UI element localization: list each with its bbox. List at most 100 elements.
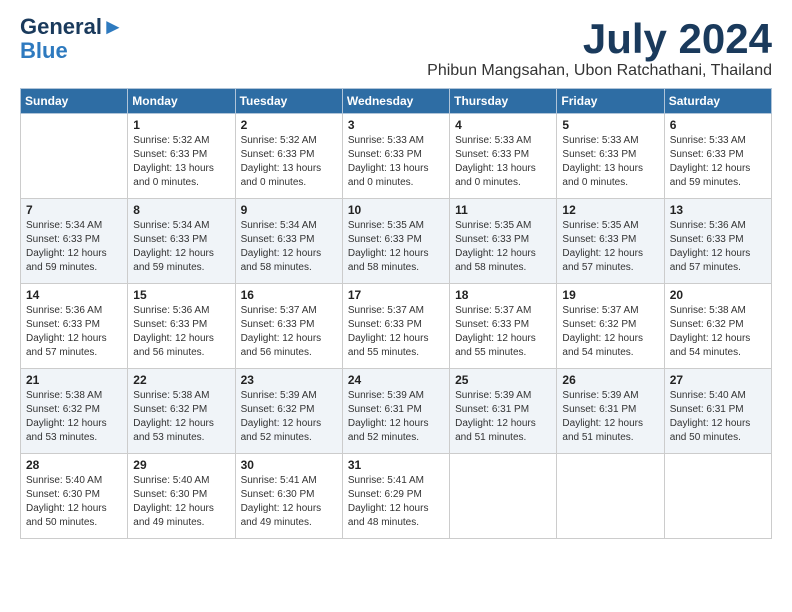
day-number: 14 (26, 288, 122, 302)
day-info: Sunrise: 5:37 AMSunset: 6:33 PMDaylight:… (348, 304, 444, 360)
day-info: Sunrise: 5:34 AMSunset: 6:33 PMDaylight:… (133, 219, 229, 275)
day-number: 16 (241, 288, 337, 302)
day-info: Sunrise: 5:37 AMSunset: 6:33 PMDaylight:… (241, 304, 337, 360)
day-info: Sunrise: 5:40 AMSunset: 6:30 PMDaylight:… (26, 474, 122, 530)
logo-text: General► (20, 16, 124, 38)
day-number: 29 (133, 458, 229, 472)
day-number: 31 (348, 458, 444, 472)
header-tuesday: Tuesday (235, 89, 342, 114)
day-info: Sunrise: 5:40 AMSunset: 6:30 PMDaylight:… (133, 474, 229, 530)
calendar-cell (664, 454, 771, 539)
day-info: Sunrise: 5:37 AMSunset: 6:32 PMDaylight:… (562, 304, 658, 360)
calendar-cell: 21 Sunrise: 5:38 AMSunset: 6:32 PMDayligh… (21, 369, 128, 454)
day-number: 3 (348, 118, 444, 132)
calendar-week-1: 1 Sunrise: 5:32 AMSunset: 6:33 PMDaylight… (21, 114, 772, 199)
day-number: 17 (348, 288, 444, 302)
calendar-cell: 14 Sunrise: 5:36 AMSunset: 6:33 PMDayligh… (21, 284, 128, 369)
day-info: Sunrise: 5:33 AMSunset: 6:33 PMDaylight:… (562, 134, 658, 190)
header-friday: Friday (557, 89, 664, 114)
calendar-cell: 5 Sunrise: 5:33 AMSunset: 6:33 PMDaylight… (557, 114, 664, 199)
calendar-cell: 26 Sunrise: 5:39 AMSunset: 6:31 PMDayligh… (557, 369, 664, 454)
day-info: Sunrise: 5:38 AMSunset: 6:32 PMDaylight:… (133, 389, 229, 445)
calendar-cell: 16 Sunrise: 5:37 AMSunset: 6:33 PMDayligh… (235, 284, 342, 369)
day-number: 4 (455, 118, 551, 132)
calendar-cell: 15 Sunrise: 5:36 AMSunset: 6:33 PMDayligh… (128, 284, 235, 369)
calendar-table: SundayMondayTuesdayWednesdayThursdayFrid… (20, 88, 772, 539)
day-info: Sunrise: 5:39 AMSunset: 6:31 PMDaylight:… (348, 389, 444, 445)
day-info: Sunrise: 5:35 AMSunset: 6:33 PMDaylight:… (348, 219, 444, 275)
day-number: 8 (133, 203, 229, 217)
calendar-cell: 10 Sunrise: 5:35 AMSunset: 6:33 PMDayligh… (342, 199, 449, 284)
day-info: Sunrise: 5:39 AMSunset: 6:32 PMDaylight:… (241, 389, 337, 445)
day-info: Sunrise: 5:35 AMSunset: 6:33 PMDaylight:… (455, 219, 551, 275)
calendar-cell: 17 Sunrise: 5:37 AMSunset: 6:33 PMDayligh… (342, 284, 449, 369)
header-monday: Monday (128, 89, 235, 114)
location-title: Phibun Mangsahan, Ubon Ratchathani, Thai… (427, 62, 772, 80)
day-number: 2 (241, 118, 337, 132)
day-number: 13 (670, 203, 766, 217)
calendar-cell: 22 Sunrise: 5:38 AMSunset: 6:32 PMDayligh… (128, 369, 235, 454)
calendar-cell (557, 454, 664, 539)
calendar-header-row: SundayMondayTuesdayWednesdayThursdayFrid… (21, 89, 772, 114)
day-number: 15 (133, 288, 229, 302)
day-number: 9 (241, 203, 337, 217)
calendar-cell: 28Sunrise: 5:40 AMSunset: 6:30 PMDayligh… (21, 454, 128, 539)
calendar-cell: 29 Sunrise: 5:40 AMSunset: 6:30 PMDayligh… (128, 454, 235, 539)
day-number: 5 (562, 118, 658, 132)
day-info: Sunrise: 5:35 AMSunset: 6:33 PMDaylight:… (562, 219, 658, 275)
title-area: July 2024 Phibun Mangsahan, Ubon Ratchat… (427, 16, 772, 80)
day-info: Sunrise: 5:32 AMSunset: 6:33 PMDaylight:… (241, 134, 337, 190)
calendar-cell: 1 Sunrise: 5:32 AMSunset: 6:33 PMDaylight… (128, 114, 235, 199)
day-number: 22 (133, 373, 229, 387)
header-sunday: Sunday (21, 89, 128, 114)
header-thursday: Thursday (450, 89, 557, 114)
calendar-cell: 25 Sunrise: 5:39 AMSunset: 6:31 PMDayligh… (450, 369, 557, 454)
day-number: 18 (455, 288, 551, 302)
day-info: Sunrise: 5:33 AMSunset: 6:33 PMDaylight:… (455, 134, 551, 190)
calendar-cell: 2 Sunrise: 5:32 AMSunset: 6:33 PMDaylight… (235, 114, 342, 199)
day-info: Sunrise: 5:39 AMSunset: 6:31 PMDaylight:… (455, 389, 551, 445)
day-number: 1 (133, 118, 229, 132)
calendar-cell: 27Sunrise: 5:40 AMSunset: 6:31 PMDayligh… (664, 369, 771, 454)
day-number: 10 (348, 203, 444, 217)
day-number: 27 (670, 373, 766, 387)
day-info: Sunrise: 5:38 AMSunset: 6:32 PMDaylight:… (26, 389, 122, 445)
calendar-cell: 20 Sunrise: 5:38 AMSunset: 6:32 PMDayligh… (664, 284, 771, 369)
day-number: 30 (241, 458, 337, 472)
calendar-cell: 11 Sunrise: 5:35 AMSunset: 6:33 PMDayligh… (450, 199, 557, 284)
calendar-cell: 3 Sunrise: 5:33 AMSunset: 6:33 PMDaylight… (342, 114, 449, 199)
day-number: 21 (26, 373, 122, 387)
calendar-cell: 18Sunrise: 5:37 AMSunset: 6:33 PMDayligh… (450, 284, 557, 369)
calendar-cell: 23Sunrise: 5:39 AMSunset: 6:32 PMDayligh… (235, 369, 342, 454)
calendar-cell: 24Sunrise: 5:39 AMSunset: 6:31 PMDayligh… (342, 369, 449, 454)
day-info: Sunrise: 5:41 AMSunset: 6:30 PMDaylight:… (241, 474, 337, 530)
day-info: Sunrise: 5:39 AMSunset: 6:31 PMDaylight:… (562, 389, 658, 445)
day-info: Sunrise: 5:34 AMSunset: 6:33 PMDaylight:… (241, 219, 337, 275)
calendar-cell: 9 Sunrise: 5:34 AMSunset: 6:33 PMDaylight… (235, 199, 342, 284)
day-number: 20 (670, 288, 766, 302)
day-info: Sunrise: 5:36 AMSunset: 6:33 PMDaylight:… (26, 304, 122, 360)
calendar-cell: 30 Sunrise: 5:41 AMSunset: 6:30 PMDayligh… (235, 454, 342, 539)
day-info: Sunrise: 5:38 AMSunset: 6:32 PMDaylight:… (670, 304, 766, 360)
day-info: Sunrise: 5:36 AMSunset: 6:33 PMDaylight:… (133, 304, 229, 360)
calendar-cell: 31 Sunrise: 5:41 AMSunset: 6:29 PMDayligh… (342, 454, 449, 539)
day-number: 12 (562, 203, 658, 217)
calendar-cell: 4 Sunrise: 5:33 AMSunset: 6:33 PMDaylight… (450, 114, 557, 199)
day-info: Sunrise: 5:41 AMSunset: 6:29 PMDaylight:… (348, 474, 444, 530)
logo-blue: Blue (20, 38, 68, 64)
day-number: 11 (455, 203, 551, 217)
day-info: Sunrise: 5:33 AMSunset: 6:33 PMDaylight:… (348, 134, 444, 190)
calendar-week-3: 14 Sunrise: 5:36 AMSunset: 6:33 PMDayligh… (21, 284, 772, 369)
day-info: Sunrise: 5:33 AMSunset: 6:33 PMDaylight:… (670, 134, 766, 190)
day-info: Sunrise: 5:34 AMSunset: 6:33 PMDaylight:… (26, 219, 122, 275)
calendar-cell: 19 Sunrise: 5:37 AMSunset: 6:32 PMDayligh… (557, 284, 664, 369)
day-number: 19 (562, 288, 658, 302)
header-saturday: Saturday (664, 89, 771, 114)
calendar-week-2: 7Sunrise: 5:34 AMSunset: 6:33 PMDaylight… (21, 199, 772, 284)
day-info: Sunrise: 5:36 AMSunset: 6:33 PMDaylight:… (670, 219, 766, 275)
header-wednesday: Wednesday (342, 89, 449, 114)
day-number: 26 (562, 373, 658, 387)
calendar-week-5: 28Sunrise: 5:40 AMSunset: 6:30 PMDayligh… (21, 454, 772, 539)
day-info: Sunrise: 5:32 AMSunset: 6:33 PMDaylight:… (133, 134, 229, 190)
day-number: 25 (455, 373, 551, 387)
